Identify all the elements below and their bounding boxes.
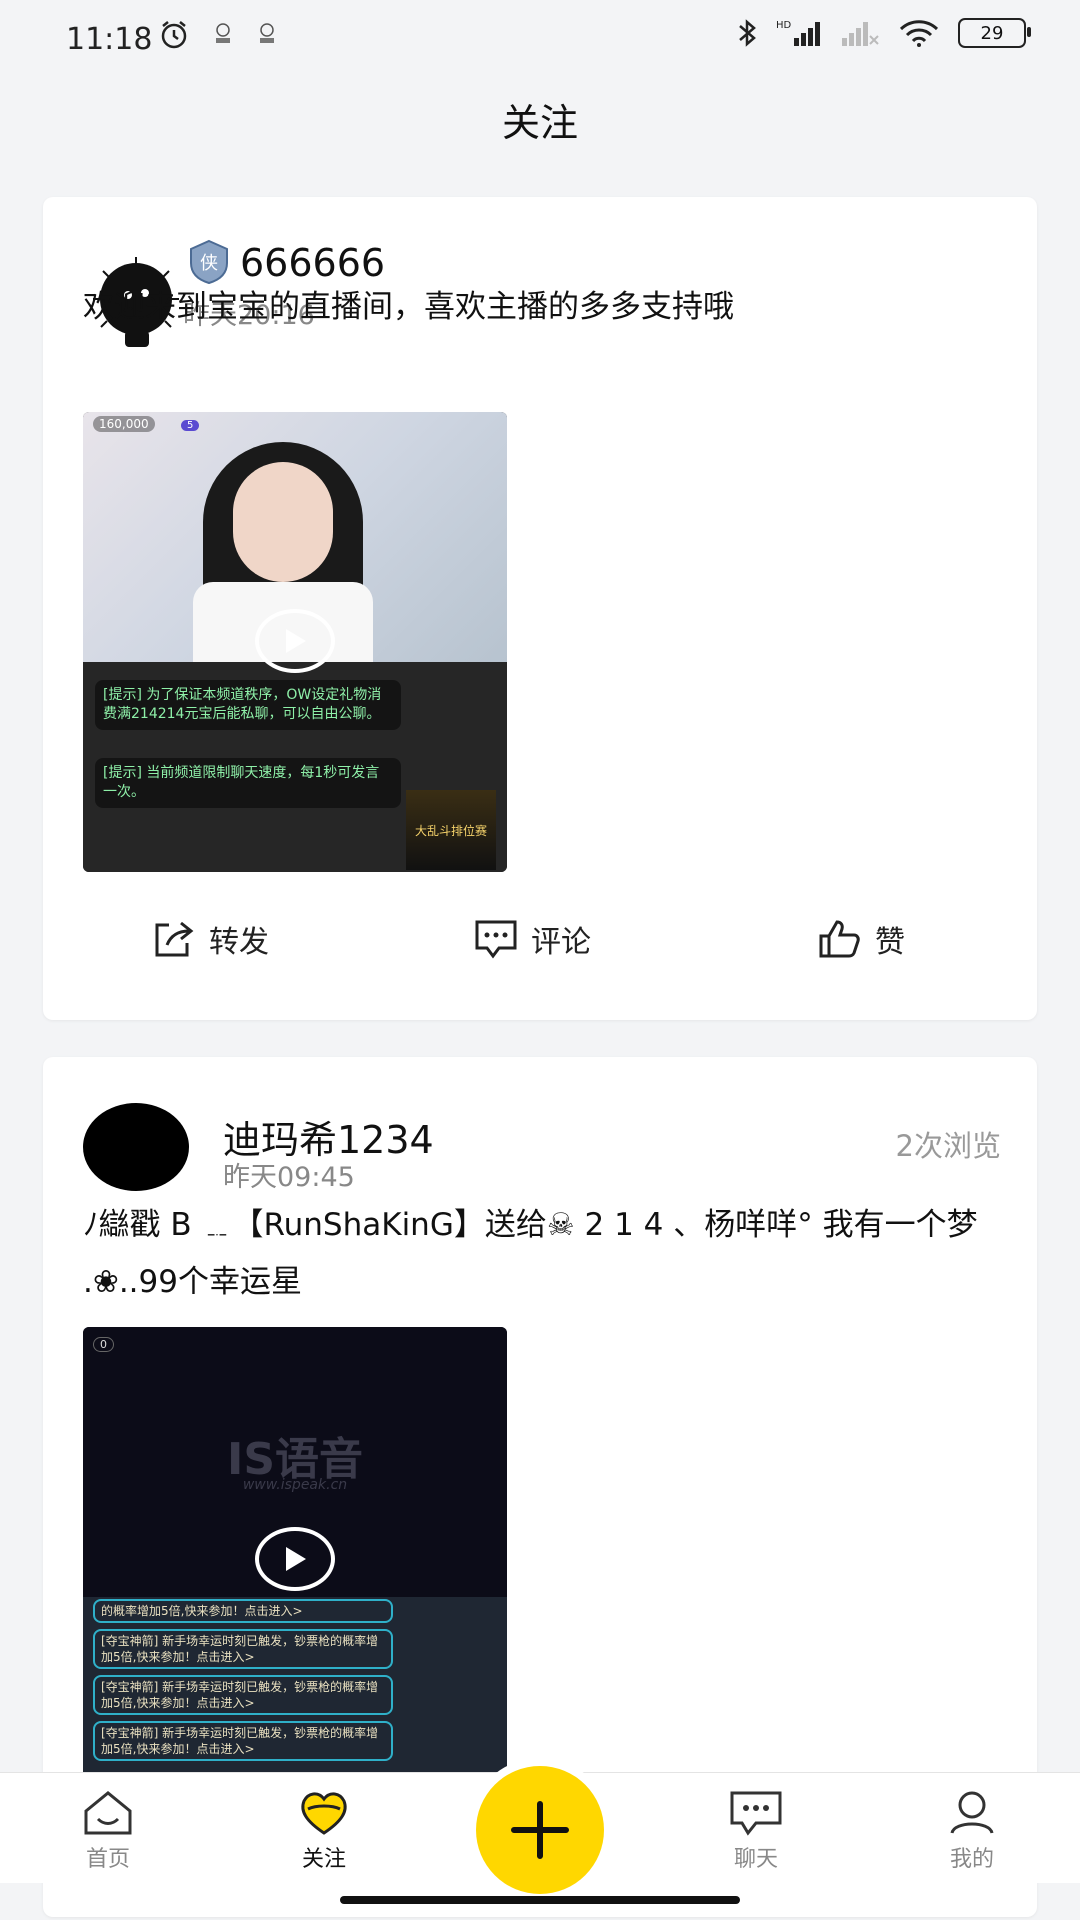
svg-text:侠: 侠	[200, 253, 218, 274]
tab-follow[interactable]: 关注	[264, 1789, 384, 1873]
chat-tip: [提示] 当前频道限制聊天速度，每1秒可发言一次。	[95, 758, 401, 808]
play-button[interactable]	[255, 1527, 335, 1591]
tab-me[interactable]: 我的	[912, 1789, 1032, 1873]
video-thumbnail[interactable]: 0 IS语音 www.ispeak.cn 的概率增加5倍,快来参加！点击进入> …	[83, 1327, 507, 1827]
tab-home[interactable]: 首页	[48, 1789, 168, 1873]
battery-indicator: 29	[958, 18, 1031, 48]
play-icon	[286, 629, 306, 653]
chat-message: [夺宝神箭] 新手场幸运时刻已触发，钞票枪的概率增加5倍,快来参加！点击进入>	[93, 1721, 393, 1761]
event-banner[interactable]: 大乱斗排位赛	[406, 790, 496, 870]
wifi-icon	[899, 20, 939, 47]
home-indicator[interactable]	[340, 1896, 740, 1904]
post-text: ﾉ䜌戳 B ﹎【RunShaKinG】送给☠ 2 1 4 、杨咩咩° 我有一个梦…	[83, 1207, 978, 1300]
comment-button[interactable]: 评论	[473, 917, 591, 961]
create-post-button[interactable]	[476, 1766, 604, 1894]
like-button[interactable]: 赞	[817, 917, 905, 961]
play-button[interactable]	[255, 609, 335, 673]
plus-icon	[511, 1801, 569, 1859]
gift-counter: 0	[93, 1337, 114, 1352]
view-count: 2次浏览	[895, 1129, 1001, 1163]
share-icon	[155, 921, 194, 957]
alarm-icon	[161, 21, 187, 49]
comment-icon	[475, 920, 517, 959]
heart-icon	[301, 1792, 347, 1835]
post-time: 昨天09:45	[223, 1162, 355, 1193]
thumbs-up-icon	[819, 920, 860, 958]
notification-icon	[216, 23, 230, 43]
post-text: 欢迎来到宝宝的直播间，喜欢主播的多多支持哦	[83, 289, 734, 325]
page-title: 关注	[501, 101, 578, 145]
avatar[interactable]	[83, 1103, 189, 1191]
chat-message: [夺宝神箭] 新手场幸运时刻已触发，钞票枪的概率增加5倍,快来参加！点击进入>	[93, 1675, 393, 1715]
post-card[interactable]: 侠 666666 昨天20:16 欢迎来到宝宝的直播间，喜欢主播的多多支持哦 1…	[43, 197, 1037, 1020]
play-icon	[286, 1547, 306, 1571]
watermark-url: www.ispeak.cn	[242, 1477, 348, 1493]
home-icon	[84, 1791, 132, 1835]
chat-message: [夺宝神箭] 新手场幸运时刻已触发，钞票枪的概率增加5倍,快来参加！点击进入>	[93, 1629, 393, 1669]
svg-text:HD: HD	[776, 20, 792, 31]
chat-message: 的概率增加5倍,快来参加！点击进入>	[93, 1599, 393, 1623]
status-time: 11:18	[66, 22, 153, 57]
bluetooth-icon	[739, 19, 756, 47]
notification-icon-2	[260, 23, 274, 43]
tab-chat[interactable]: 聊天	[696, 1789, 816, 1873]
viewer-count: 160,000	[93, 416, 155, 432]
profile-icon	[950, 1791, 994, 1834]
status-bar: 11:18 HD 29	[0, 0, 1080, 78]
post-actions: 转发 评论 赞	[43, 917, 1037, 997]
level-badge: 5	[181, 420, 200, 431]
share-button[interactable]: 转发	[151, 917, 269, 961]
signal-weak-icon	[842, 22, 879, 46]
chat-tip: [提示] 为了保证本频道秩序，OW设定礼物消费满214214元宝后能私聊，可以自…	[95, 680, 401, 730]
chat-icon	[730, 1791, 782, 1836]
signal-hd-icon: HD	[776, 20, 820, 46]
video-thumbnail[interactable]: 160,000 5 [提示] 为了保证本频道秩序，OW设定礼物消费满214214…	[83, 412, 507, 872]
